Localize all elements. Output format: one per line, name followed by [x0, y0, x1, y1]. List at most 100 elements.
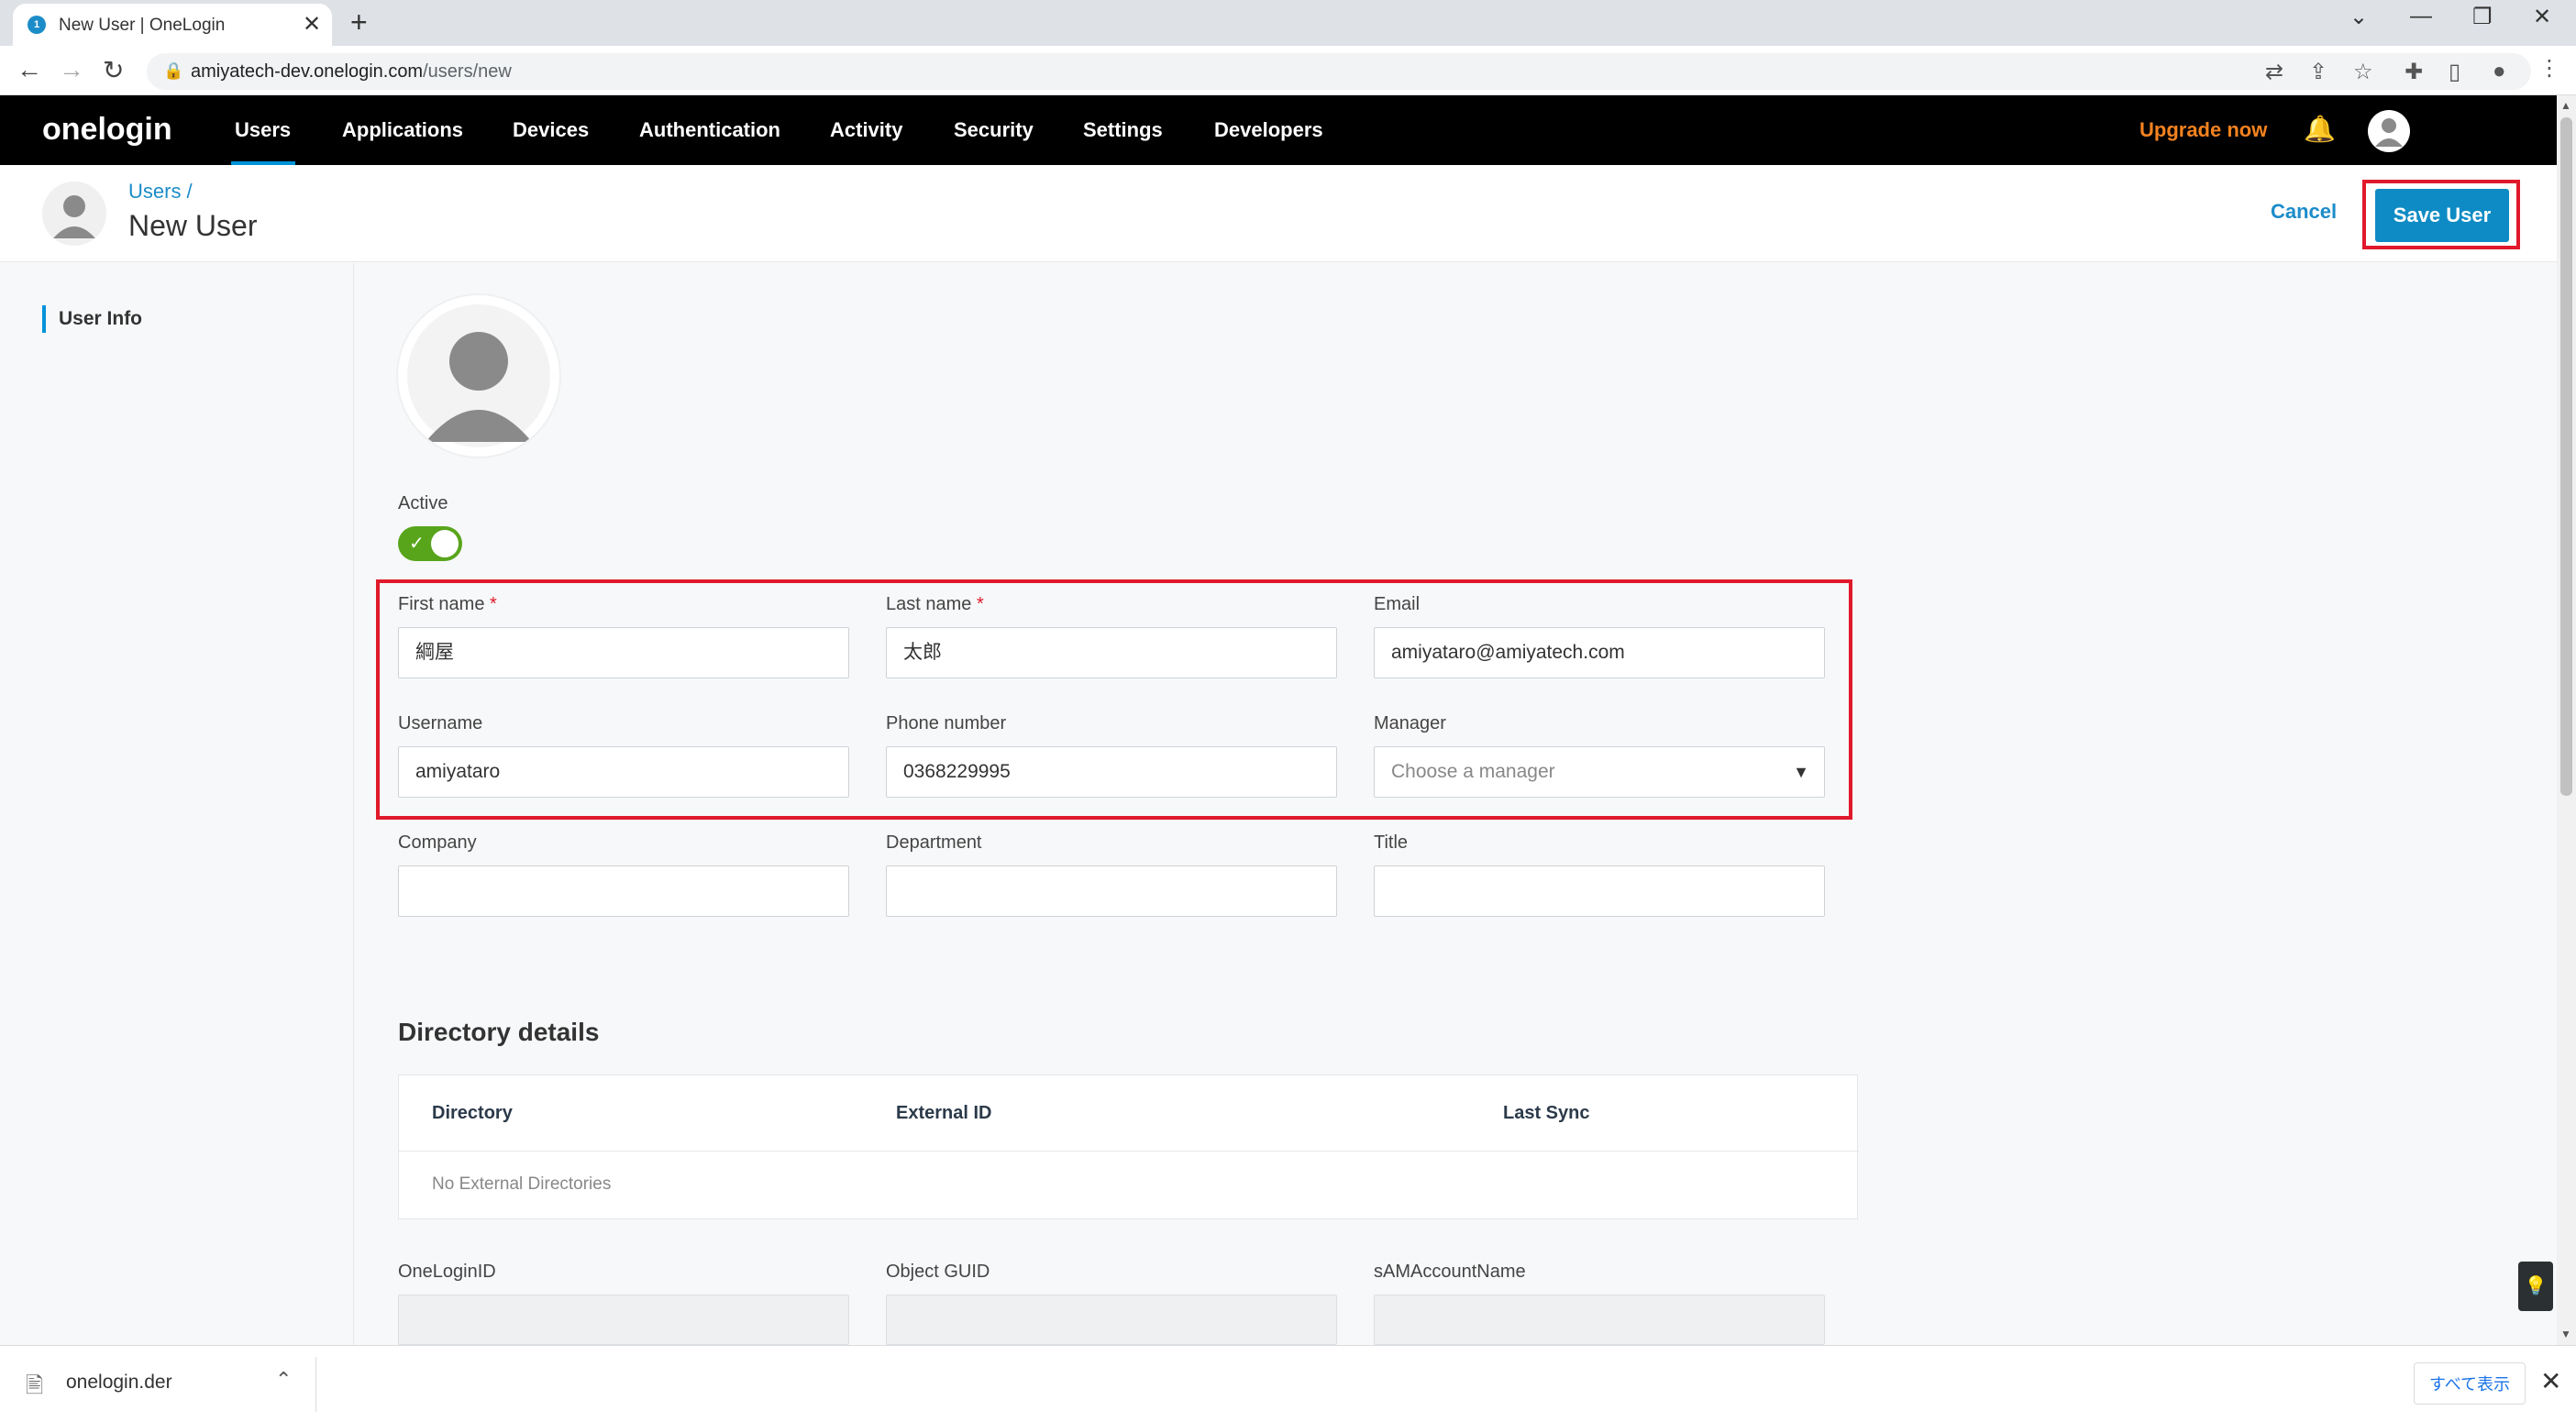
profile-photo-icon[interactable]	[398, 295, 559, 457]
chevron-up-icon[interactable]: ⌃	[275, 1368, 292, 1392]
scroll-down-icon[interactable]: ▼	[2560, 1328, 2571, 1340]
nav-applications[interactable]: Applications	[342, 118, 463, 142]
url-host: amiyatech-dev.onelogin.com	[191, 61, 424, 82]
reload-icon[interactable]: ↻	[103, 55, 124, 85]
show-all-button[interactable]: すべて表示	[2414, 1362, 2526, 1405]
nav-developers[interactable]: Developers	[1214, 118, 1323, 142]
page-header: Users / New User Cancel Save User	[0, 165, 2557, 262]
left-sidebar: User Info	[0, 263, 354, 1345]
onelogin-id-label: OneLoginID	[398, 1262, 496, 1282]
user-avatar-icon[interactable]	[2368, 110, 2410, 152]
nav-authentication[interactable]: Authentication	[639, 118, 780, 142]
share-icon[interactable]: ⇪	[2309, 59, 2327, 85]
browser-tab-title: New User | OneLogin	[59, 16, 226, 35]
company-label: Company	[398, 832, 477, 853]
page-scrollbar[interactable]: ▲ ▼	[2557, 95, 2576, 1346]
email-label: Email	[1374, 594, 1421, 614]
profile-icon[interactable]: ●	[2493, 59, 2506, 84]
bookmark-star-icon[interactable]: ☆	[2353, 59, 2373, 85]
nav-settings[interactable]: Settings	[1083, 118, 1163, 142]
active-toggle[interactable]: ✓	[398, 526, 462, 561]
save-user-button[interactable]: Save User	[2375, 189, 2509, 242]
company-input[interactable]	[398, 865, 849, 917]
sidebar-item-user-info[interactable]: User Info	[42, 305, 142, 333]
window-close-icon[interactable]: ✕	[2533, 4, 2551, 30]
nav-activity[interactable]: Activity	[830, 118, 902, 142]
forward-arrow-icon[interactable]: →	[59, 55, 84, 84]
sam-account-name-label: sAMAccountName	[1374, 1262, 1526, 1282]
directory-details-title: Directory details	[398, 1018, 600, 1046]
last-name-input[interactable]: 太郎	[886, 627, 1337, 678]
username-label: Username	[398, 713, 483, 733]
first-name-input[interactable]: 綱屋	[398, 627, 849, 678]
minimize-icon[interactable]: —	[2410, 4, 2432, 29]
address-bar[interactable]: 🔒 amiyatech-dev.onelogin.com/users/new ⇄…	[147, 53, 2531, 90]
check-icon: ✓	[409, 534, 425, 554]
lightbulb-icon[interactable]: 💡	[2518, 1262, 2553, 1311]
restore-icon[interactable]: ❐	[2472, 4, 2493, 30]
column-header-external-id: External ID	[896, 1103, 992, 1123]
caret-down-icon: ▼	[1793, 763, 1809, 781]
upgrade-now-link[interactable]: Upgrade now	[2139, 118, 2267, 142]
browser-menu-icon[interactable]: ⋮	[2538, 55, 2560, 82]
onelogin-id-field	[398, 1295, 849, 1345]
manager-label: Manager	[1374, 713, 1446, 733]
cancel-button[interactable]: Cancel	[2271, 200, 2337, 224]
onelogin-favicon-icon: 1	[28, 16, 46, 34]
new-tab-icon[interactable]: +	[350, 6, 368, 39]
active-label: Active	[398, 493, 448, 513]
sam-account-name-field	[1374, 1295, 1825, 1345]
last-name-label: Last name *	[886, 594, 984, 615]
download-file-name[interactable]: onelogin.der	[66, 1372, 172, 1394]
page-title: New User	[128, 209, 258, 242]
phone-input[interactable]: 0368229995	[886, 746, 1337, 798]
onelogin-logo[interactable]: onelogin	[42, 112, 172, 148]
browser-tab[interactable]: 1 New User | OneLogin ✕	[13, 4, 332, 46]
username-input[interactable]: amiyataro	[398, 746, 849, 798]
shelf-close-icon[interactable]: ✕	[2540, 1366, 2561, 1396]
phone-label: Phone number	[886, 713, 1007, 733]
url-path: /users/new	[423, 61, 512, 82]
toggle-knob	[431, 530, 459, 557]
browser-tab-strip: 1 New User | OneLogin ✕ + ⌄ — ❐ ✕	[0, 0, 2576, 46]
download-shelf: 🖹 onelogin.der ⌃ すべて表示 ✕	[0, 1345, 2576, 1422]
url-text: amiyatech-dev.onelogin.com/users/new	[191, 61, 512, 83]
department-input[interactable]	[886, 865, 1337, 917]
top-navigation: onelogin Users Applications Devices Auth…	[0, 95, 2557, 165]
nav-devices[interactable]: Devices	[513, 118, 589, 142]
back-arrow-icon[interactable]: ←	[17, 55, 42, 84]
user-placeholder-icon	[42, 182, 106, 246]
first-name-label: First name *	[398, 594, 497, 615]
translate-icon[interactable]: ⇄	[2265, 59, 2283, 85]
manager-select[interactable]: Choose a manager ▼	[1374, 746, 1825, 798]
certificate-file-icon: 🖹	[26, 1373, 44, 1398]
manager-placeholder: Choose a manager	[1391, 761, 1555, 782]
email-input[interactable]: amiyataro@amiyatech.com	[1374, 627, 1825, 678]
tab-close-icon[interactable]: ✕	[303, 11, 321, 38]
scroll-up-icon[interactable]: ▲	[2560, 99, 2571, 112]
first-name-label-text: First name	[398, 594, 485, 614]
department-label: Department	[886, 832, 982, 853]
breadcrumb[interactable]: Users /	[128, 180, 193, 204]
last-name-label-text: Last name	[886, 594, 972, 614]
object-guid-label: Object GUID	[886, 1262, 990, 1282]
extensions-puzzle-icon[interactable]: ✚	[2405, 59, 2423, 85]
side-panel-icon[interactable]: ▯	[2449, 59, 2460, 85]
scroll-thumb[interactable]	[2560, 117, 2572, 796]
table-divider	[399, 1151, 1859, 1152]
lock-icon: 🔒	[163, 61, 184, 80]
nav-users[interactable]: Users	[235, 118, 291, 142]
shelf-divider	[315, 1357, 316, 1412]
column-header-directory: Directory	[432, 1103, 513, 1123]
bell-icon[interactable]: 🔔	[2304, 114, 2336, 144]
tab-search-chevron-icon[interactable]: ⌄	[2349, 4, 2368, 30]
column-header-last-sync: Last Sync	[1503, 1103, 1590, 1123]
required-marker: *	[490, 594, 497, 614]
directory-table: Directory External ID Last Sync No Exter…	[398, 1075, 1859, 1219]
nav-security[interactable]: Security	[954, 118, 1034, 142]
title-input[interactable]	[1374, 865, 1825, 917]
object-guid-field	[886, 1295, 1337, 1345]
title-label: Title	[1374, 832, 1409, 853]
required-marker: *	[976, 594, 984, 614]
no-directories-text: No External Directories	[432, 1174, 612, 1194]
